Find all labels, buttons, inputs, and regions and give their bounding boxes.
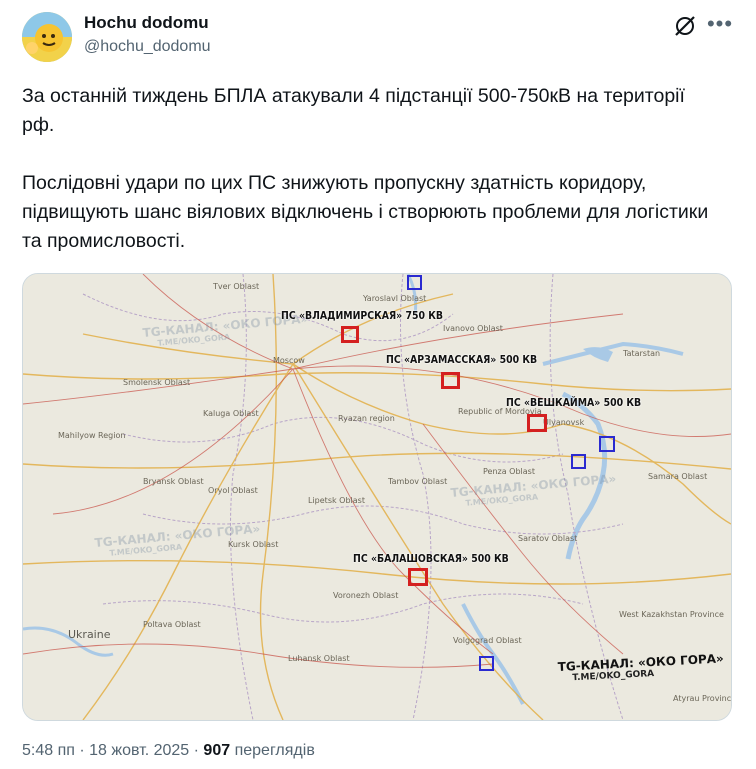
- place-label: Kaluga Oblast: [203, 409, 259, 418]
- place-label: Voronezh Oblast: [333, 591, 399, 600]
- views-count: 907: [203, 742, 231, 759]
- secondary-marker: [571, 454, 586, 469]
- secondary-marker: [599, 436, 615, 452]
- secondary-marker: [479, 656, 494, 671]
- place-label: Oryol Oblast: [208, 486, 258, 495]
- place-label: Tatarstan: [623, 349, 661, 358]
- more-icon: •••: [706, 11, 734, 36]
- author-handle[interactable]: @hochu_dodomu: [84, 38, 211, 56]
- place-label: Saratov Oblast: [518, 534, 578, 543]
- target-marker-arzamasskaya: [441, 372, 460, 389]
- place-label: West Kazakhstan Province: [619, 610, 724, 619]
- target-label-arzamasskaya: ПС «АРЗАМАССКАЯ» 500 КВ: [386, 353, 538, 366]
- tweet-media-map[interactable]: Tver Oblast Yaroslavl Oblast Ivanovo Obl…: [22, 273, 732, 721]
- tweet-text: За останній тиждень БПЛА атакували 4 під…: [22, 85, 709, 252]
- target-label-vladimirskaya: ПС «ВЛАДИМИРСКАЯ» 750 КВ: [281, 309, 444, 322]
- map-background: [23, 274, 731, 720]
- place-label: Smolensk Oblast: [123, 378, 191, 387]
- place-label: Volgograd Oblast: [453, 636, 522, 645]
- author-name[interactable]: Hochu dodomu: [84, 13, 209, 33]
- place-label: Bryansk Oblast: [143, 477, 204, 486]
- target-marker-veshkaima: [527, 414, 547, 432]
- target-marker-vladimirskaya: [341, 326, 359, 343]
- tweet-date[interactable]: 18 жовт. 2025: [89, 742, 189, 759]
- more-button[interactable]: •••: [706, 12, 734, 40]
- avatar-sun-icon: [22, 12, 72, 62]
- place-label: Yaroslavl Oblast: [363, 294, 427, 303]
- place-label: Mahilyow Region: [58, 431, 126, 440]
- country-label: Ukraine: [68, 628, 111, 641]
- place-label: Moscow: [273, 356, 305, 365]
- place-label: Ivanovo Oblast: [443, 324, 503, 333]
- grok-button[interactable]: [673, 14, 697, 38]
- target-label-balashovskaya: ПС «БАЛАШОВСКАЯ» 500 КВ: [353, 552, 509, 565]
- place-label: Tambov Oblast: [388, 477, 448, 486]
- place-label: Luhansk Oblast: [288, 654, 350, 663]
- avatar[interactable]: [22, 12, 72, 62]
- place-label: Atyrau Province: [673, 694, 732, 703]
- place-label: Ryazan region: [338, 414, 395, 423]
- secondary-marker: [407, 275, 422, 290]
- target-label-veshkaima: ПС «ВЕШКАЙМА» 500 КВ: [506, 396, 642, 409]
- place-label: Poltava Oblast: [143, 620, 201, 629]
- tweet-time[interactable]: 5:48 пп: [22, 742, 75, 759]
- views-label: переглядів: [234, 742, 315, 759]
- place-label: Penza Oblast: [483, 467, 535, 476]
- place-label: Tver Oblast: [213, 282, 260, 291]
- place-label: Ulyanovsk: [543, 418, 585, 427]
- grok-icon: [675, 16, 695, 36]
- place-label: Samara Oblast: [648, 472, 708, 481]
- tweet-meta: 5:48 пп · 18 жовт. 2025 · 907 переглядів: [22, 742, 315, 759]
- place-label: Lipetsk Oblast: [308, 496, 365, 505]
- target-marker-balashovskaya: [408, 568, 428, 586]
